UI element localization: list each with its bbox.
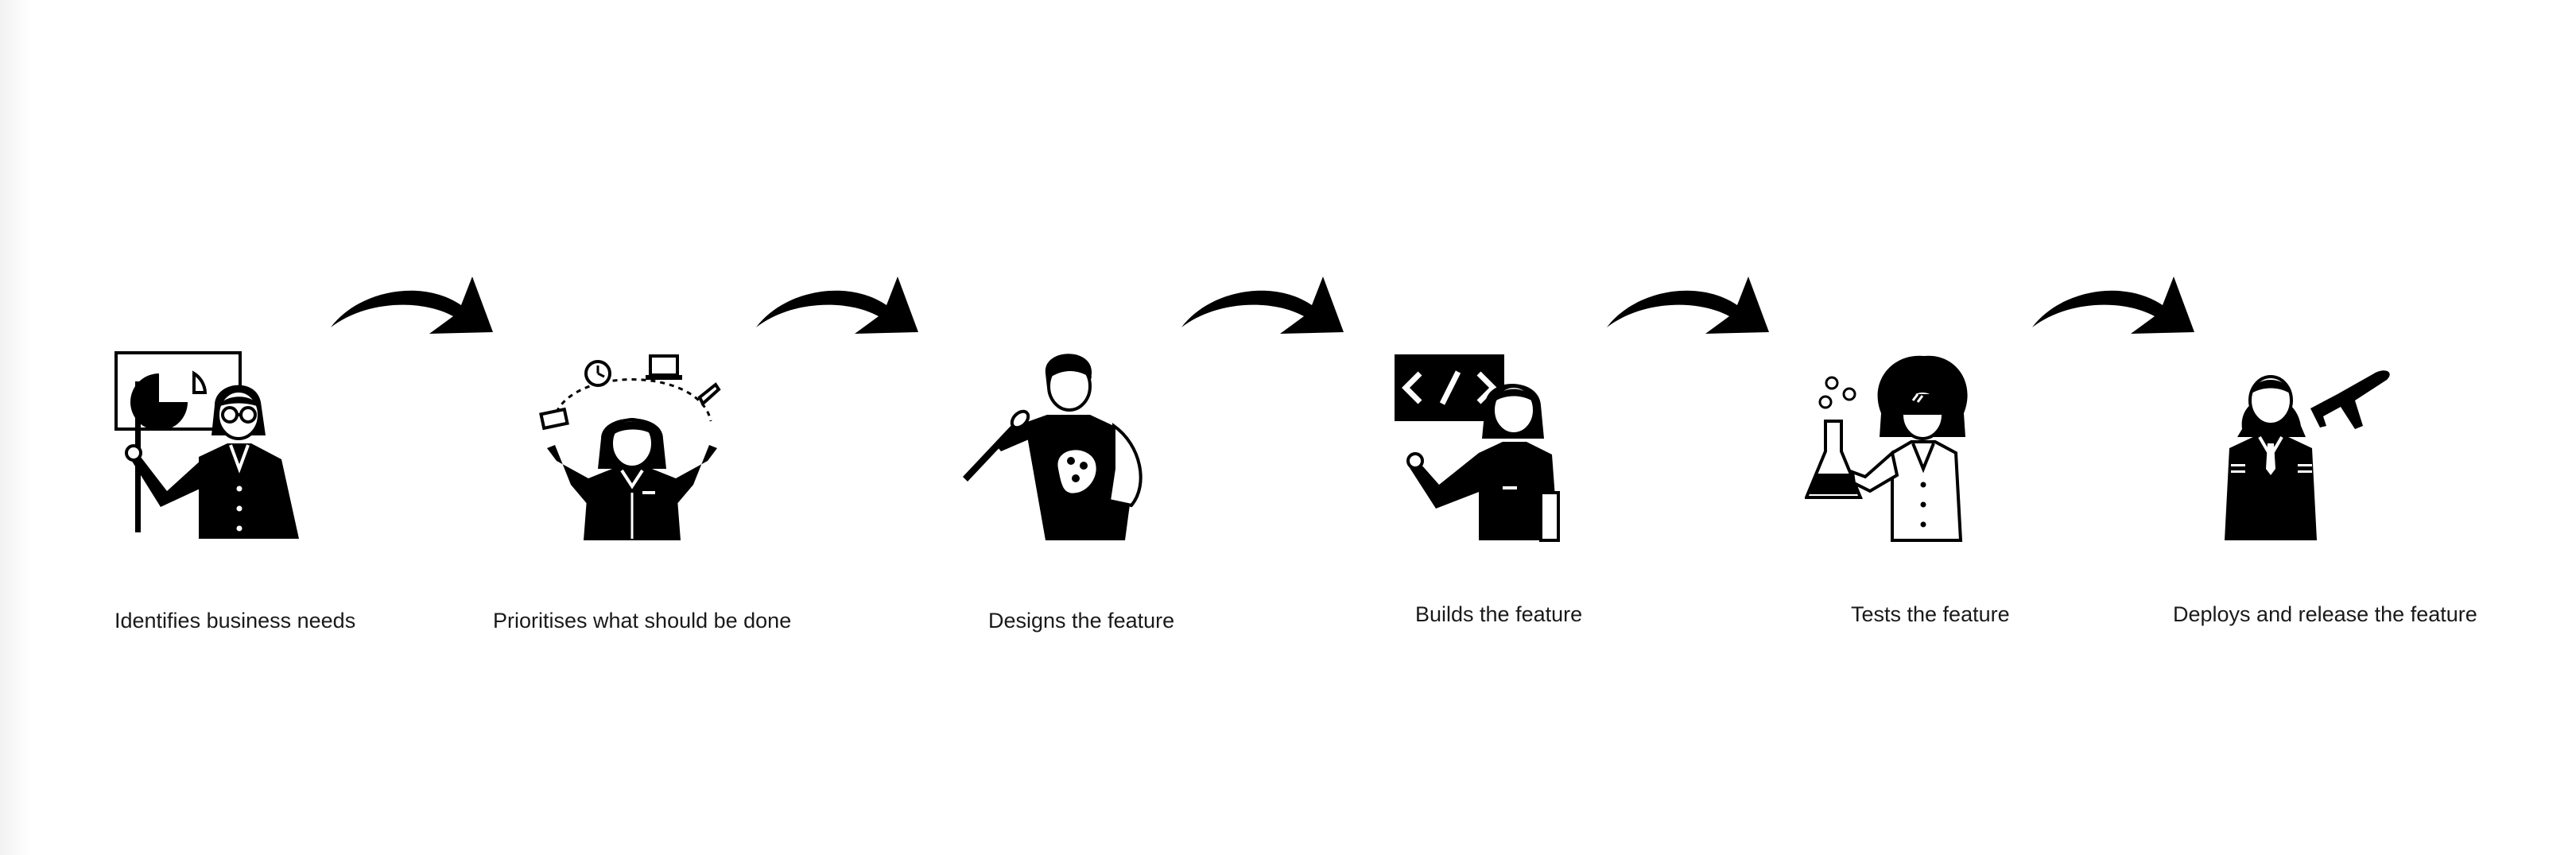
arrow-right-icon bbox=[1607, 277, 1769, 334]
step-label: Tests the feature bbox=[1851, 602, 2010, 626]
pilot-airplane-icon bbox=[2225, 370, 2390, 540]
step-label: Designs the feature bbox=[988, 609, 1175, 633]
step-label: Prioritises what should be done bbox=[493, 609, 792, 633]
tester-flask-icon bbox=[1805, 355, 1968, 542]
arrow-right-icon bbox=[331, 277, 493, 334]
step-label: Builds the feature bbox=[1415, 602, 1583, 626]
step-label: Identifies business needs bbox=[114, 609, 356, 633]
developer-code-icon bbox=[1395, 354, 1560, 542]
arrow-right-icon bbox=[2032, 277, 2194, 334]
arrow-right-icon bbox=[1181, 277, 1344, 334]
designer-palette-icon bbox=[963, 354, 1143, 540]
step-label: Deploys and release the feature bbox=[2173, 602, 2477, 626]
prioritiser-juggling-icon bbox=[539, 354, 721, 540]
arrow-right-icon bbox=[756, 277, 918, 334]
presenter-chart-icon bbox=[114, 351, 299, 539]
left-edge-shade bbox=[0, 0, 32, 855]
